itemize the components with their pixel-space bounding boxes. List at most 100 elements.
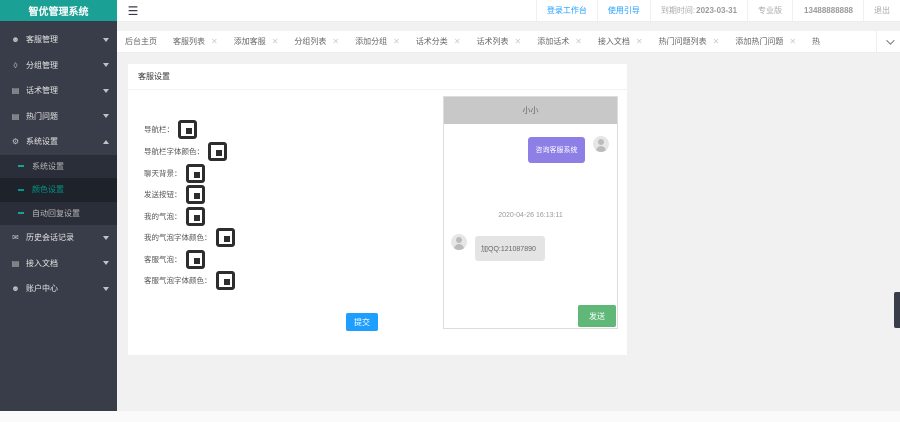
tabs-more-button[interactable] <box>876 31 900 52</box>
tab-home[interactable]: 后台主页 <box>117 31 165 52</box>
tab-label: 添加话术 <box>537 37 570 46</box>
field-my-bubble: 我的气泡： <box>144 207 205 226</box>
field-navbar-font-color: 导航栏字体颜色： <box>144 142 227 161</box>
chevron-down-icon <box>885 35 895 45</box>
field-label: 我的气泡： <box>144 212 182 221</box>
submenu-item-label: 自动回复设置 <box>32 208 80 218</box>
close-icon[interactable]: ✕ <box>211 37 218 46</box>
close-icon[interactable]: ✕ <box>272 37 279 46</box>
color-picker[interactable] <box>185 250 205 269</box>
sidebar-item-account[interactable]: ☻ 账户中心 <box>0 276 117 302</box>
chevron-down-icon <box>103 114 109 119</box>
tab-service-list[interactable]: 客服列表 ✕ <box>165 31 226 52</box>
tab-add-hot-question[interactable]: 添加热门问题 ✕ <box>727 31 804 52</box>
sidebar: 智优管理系统 ☻ 客服管理 ◊ 分组管理 ▤ 话术管理 ▤ 热门问题 ⚙ 系统设… <box>0 0 117 411</box>
submit-button[interactable]: 提交 <box>346 313 378 331</box>
close-icon[interactable]: ✕ <box>789 37 796 46</box>
tab-add-script[interactable]: 添加话术 ✕ <box>529 31 590 52</box>
tab-label: 分组列表 <box>294 37 327 46</box>
service-avatar-icon <box>451 234 467 250</box>
tab-label: 添加热门问题 <box>735 37 784 46</box>
chat-icon: ✉ <box>12 233 19 243</box>
tab-add-group[interactable]: 添加分组 ✕ <box>347 31 408 52</box>
gear-icon: ⚙ <box>11 137 20 147</box>
tab-hot-question-list[interactable]: 热门问题列表 ✕ <box>651 31 728 52</box>
sidebar-item-hot-questions[interactable]: ▤ 热门问题 <box>0 104 117 130</box>
field-send-button: 发送按钮： <box>144 185 205 204</box>
card-title: 客服设置 <box>128 64 627 90</box>
color-picker[interactable] <box>215 228 235 247</box>
close-icon[interactable]: ✕ <box>454 37 461 46</box>
footer-bar <box>0 411 900 422</box>
color-picker[interactable] <box>208 142 227 161</box>
tab-label: 添加分组 <box>355 37 388 46</box>
tab-docs[interactable]: 接入文档 ✕ <box>590 31 651 52</box>
chat-header: 小小 <box>444 97 617 124</box>
sidebar-item-system-settings[interactable]: ⚙ 系统设置 <box>0 129 117 155</box>
color-picker[interactable] <box>185 185 205 204</box>
close-icon[interactable]: ✕ <box>636 37 643 46</box>
submenu-item-color-settings[interactable]: 颜色设置 <box>0 178 117 202</box>
brand-logo[interactable]: 智优管理系统 <box>0 0 117 21</box>
sidebar-item-label: 历史会话记录 <box>26 233 74 243</box>
sidebar-item-label: 系统设置 <box>26 137 58 147</box>
sidebar-item-history[interactable]: ✉ 历史会话记录 <box>0 225 117 251</box>
user-icon: ☻ <box>11 35 20 45</box>
tab-label: 热 <box>812 37 821 46</box>
list-icon: ▤ <box>11 258 20 268</box>
list-icon: ▤ <box>11 111 20 121</box>
submenu-item-label: 系统设置 <box>32 161 64 171</box>
edition-badge: 专业版 <box>747 0 792 21</box>
sidebar-item-label: 分组管理 <box>26 60 58 70</box>
close-icon[interactable]: ✕ <box>332 37 339 46</box>
sidebar-item-groups[interactable]: ◊ 分组管理 <box>0 53 117 79</box>
tab-add-service[interactable]: 添加客服 ✕ <box>226 31 287 52</box>
expire-date: 2023-03-31 <box>696 6 738 15</box>
tab-label: 添加客服 <box>233 37 266 46</box>
header-links: 登录工作台 使用引导 到期时间: 2023-03-31 专业版 13488888… <box>535 0 900 21</box>
chevron-down-icon <box>103 261 109 266</box>
submenu-item-system-settings[interactable]: 系统设置 <box>0 155 117 179</box>
account-phone[interactable]: 13488888888 <box>792 0 863 21</box>
submenu-item-auto-reply[interactable]: 自动回复设置 <box>0 202 117 226</box>
guide-link[interactable]: 使用引导 <box>596 0 650 21</box>
send-button[interactable]: 发送 <box>578 305 616 327</box>
field-label: 我的气泡字体颜色： <box>144 233 212 242</box>
close-icon[interactable]: ✕ <box>713 37 720 46</box>
sidebar-item-service[interactable]: ☻ 客服管理 <box>0 27 117 53</box>
tab-group-list[interactable]: 分组列表 ✕ <box>286 31 347 52</box>
color-picker[interactable] <box>215 271 235 290</box>
message-timestamp: 2020-04-26 16:13:11 <box>498 212 563 219</box>
my-message-bubble: 咨询客服系统 <box>528 137 585 163</box>
field-label: 导航栏： <box>144 125 174 134</box>
sidebar-item-label: 账户中心 <box>26 284 58 294</box>
side-drawer-handle[interactable] <box>894 292 900 328</box>
color-picker[interactable] <box>185 207 205 226</box>
tab-script-list[interactable]: 话术列表 ✕ <box>469 31 530 52</box>
sidebar-item-scripts[interactable]: ▤ 话术管理 <box>0 78 117 104</box>
close-icon[interactable]: ✕ <box>515 37 522 46</box>
chevron-down-icon <box>103 37 109 42</box>
close-icon[interactable]: ✕ <box>393 37 400 46</box>
submenu-item-label: 颜色设置 <box>32 185 64 195</box>
workbench-link[interactable]: 登录工作台 <box>535 0 597 21</box>
tab-label: 后台主页 <box>125 37 157 46</box>
close-icon[interactable]: ✕ <box>575 37 582 46</box>
tab-label: 客服列表 <box>173 37 205 46</box>
tab-overflow[interactable]: 热 <box>804 31 828 52</box>
field-service-bubble-font-color: 客服气泡字体颜色： <box>144 271 235 290</box>
tab-script-category[interactable]: 话术分类 ✕ <box>408 31 469 52</box>
tab-bar: 后台主页 客服列表 ✕ 添加客服 ✕ 分组列表 ✕ 添加分组 ✕ 话术分类 ✕ 话术列表 ✕… <box>117 31 900 53</box>
color-picker[interactable] <box>178 120 197 139</box>
system-settings-submenu: 系统设置 颜色设置 自动回复设置 <box>0 154 117 226</box>
chat-preview: 小小 咨询客服系统 2020-04-26 16:13:11 加QQ:121087… <box>443 96 618 329</box>
logout-link[interactable]: 退出 <box>863 0 900 21</box>
color-picker[interactable] <box>185 164 205 183</box>
tab-label: 热门问题列表 <box>658 37 707 46</box>
hamburger-menu-icon[interactable]: ☰ <box>121 4 145 18</box>
sidebar-item-docs[interactable]: ▤ 接入文档 <box>0 251 117 277</box>
field-label: 客服气泡字体颜色： <box>144 276 212 285</box>
sidebar-nav: ☻ 客服管理 ◊ 分组管理 ▤ 话术管理 ▤ 热门问题 ⚙ 系统设置 系统设置 … <box>0 21 117 302</box>
sidebar-item-label: 客服管理 <box>26 35 58 45</box>
chevron-down-icon <box>103 235 109 240</box>
